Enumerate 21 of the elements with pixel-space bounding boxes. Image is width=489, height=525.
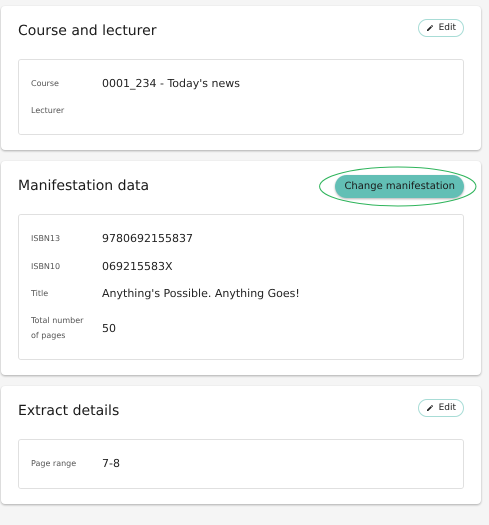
field-value: 7-8 [102,456,121,472]
section-title: Manifestation data [18,178,150,194]
field-label: ISBN13 [31,233,62,246]
field-value: 0001_234 - Today's news [102,76,241,92]
field-label: Title [31,288,50,300]
section-title: Course and lecturer [18,23,156,39]
change-manifestation-button[interactable]: Change manifestation [335,175,464,198]
field-label: Lecturer [31,105,66,118]
field-label: Page range [31,458,78,470]
section-title: Extract details [18,403,120,420]
edit-button[interactable]: Edit [418,399,464,418]
field-value: Anything's Possible. Anything Goes! [102,286,301,302]
pencil-icon [426,404,434,412]
field-label: Course [31,78,60,90]
field-label: Total number of pages [31,314,84,342]
field-value: 9780692155837 [102,231,194,248]
pencil-icon [426,24,434,32]
field-label: ISBN10 [31,260,62,273]
field-value: 069215583X [102,258,174,275]
edit-button[interactable]: Edit [418,19,464,37]
field-value: 50 [102,320,117,337]
